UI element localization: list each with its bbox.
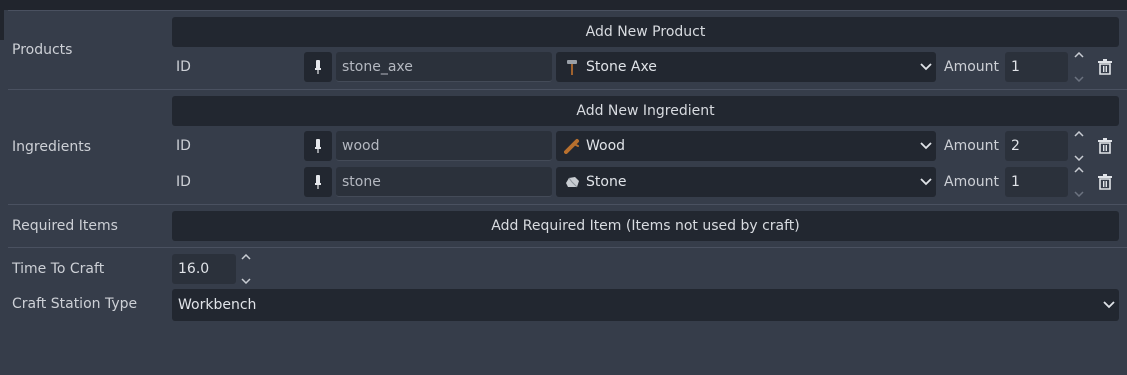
time-to-craft-label: Time To Craft: [12, 261, 105, 277]
pin-button[interactable]: [304, 131, 332, 161]
pin-button[interactable]: [304, 167, 332, 197]
craft-station-type-label: Craft Station Type: [12, 296, 138, 312]
craft-station-select[interactable]: Workbench: [172, 289, 1119, 321]
trash-icon: [1098, 138, 1112, 154]
ingredient-item-name: Wood: [586, 138, 626, 154]
product-item-name: Stone Axe: [586, 59, 657, 75]
amount-label: Amount: [944, 59, 1000, 75]
ingredient-amount-field[interactable]: 1: [1005, 167, 1068, 197]
products-label: Products: [12, 42, 73, 58]
amount-label: Amount: [944, 138, 1000, 154]
left-tab-edge: [0, 0, 4, 40]
delete-button[interactable]: [1095, 131, 1115, 161]
trash-icon: [1098, 59, 1112, 75]
id-label: ID: [176, 59, 191, 75]
product-item-select[interactable]: Stone Axe: [556, 52, 936, 82]
add-required-item-button[interactable]: Add Required Item (Items not used by cra…: [172, 211, 1119, 241]
ingredients-label: Ingredients: [12, 139, 91, 155]
ingredient-amount-field[interactable]: 2: [1005, 131, 1068, 161]
stone-icon: [564, 174, 580, 190]
id-label: ID: [176, 174, 191, 190]
ingredient-id-field[interactable]: wood: [336, 131, 552, 161]
ingredient-item-name: Stone: [586, 174, 627, 190]
delete-button[interactable]: [1095, 167, 1115, 197]
amount-spinner[interactable]: [1072, 167, 1086, 197]
product-id-field[interactable]: stone_axe: [336, 52, 552, 82]
chevron-down-icon: [1103, 289, 1115, 321]
trash-icon: [1098, 174, 1112, 190]
pin-icon: [315, 139, 321, 153]
wood-icon: [564, 138, 580, 154]
section-separator: [8, 247, 1127, 248]
axe-icon: [564, 59, 580, 75]
amount-spinner[interactable]: [1072, 52, 1086, 82]
chevron-down-icon: [920, 52, 932, 82]
ingredient-item-select[interactable]: Stone: [556, 167, 936, 197]
id-label: ID: [176, 138, 191, 154]
pin-button[interactable]: [304, 52, 332, 82]
top-strip: [0, 0, 1127, 10]
chevron-down-icon: [920, 167, 932, 197]
amount-spinner[interactable]: [1072, 131, 1086, 161]
pin-icon: [315, 60, 321, 74]
section-separator: [8, 89, 1127, 90]
time-to-craft-field[interactable]: 16.0: [172, 254, 236, 284]
section-separator: [8, 204, 1127, 205]
top-separator: [8, 10, 1127, 11]
add-new-ingredient-button[interactable]: Add New Ingredient: [172, 96, 1119, 126]
pin-icon: [315, 175, 321, 189]
amount-label: Amount: [944, 174, 1000, 190]
ingredient-item-select[interactable]: Wood: [556, 131, 936, 161]
required-items-label: Required Items: [12, 218, 118, 234]
ingredient-id-field[interactable]: stone: [336, 167, 552, 197]
craft-station-value: Workbench: [178, 297, 257, 313]
add-new-product-button[interactable]: Add New Product: [172, 17, 1119, 47]
chevron-down-icon: [920, 131, 932, 161]
product-amount-field[interactable]: 1: [1005, 52, 1068, 82]
delete-button[interactable]: [1095, 52, 1115, 82]
time-spinner[interactable]: [239, 254, 253, 284]
